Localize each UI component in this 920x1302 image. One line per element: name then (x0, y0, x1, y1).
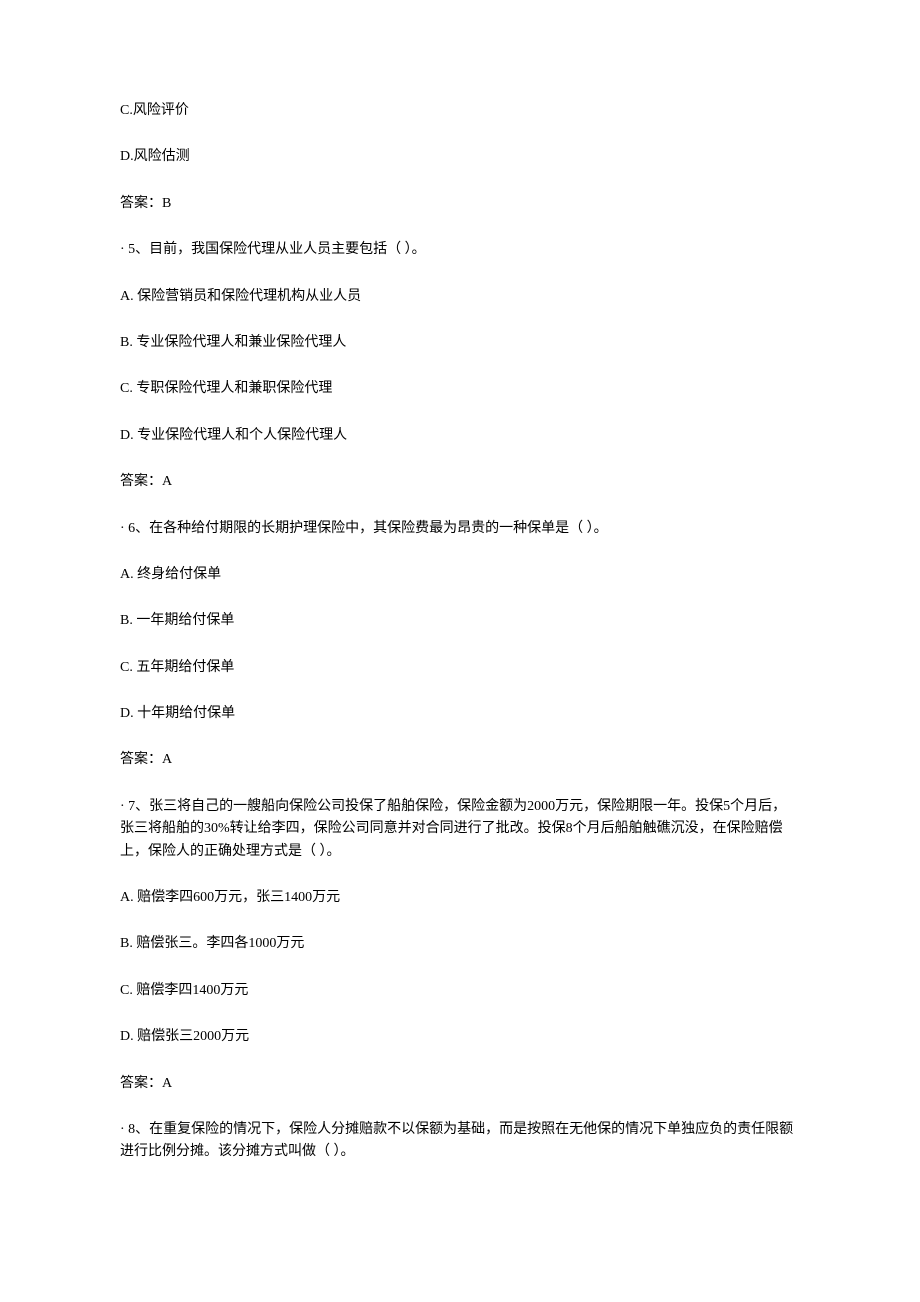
q5-option-d: D. 专业保险代理人和个人保险代理人 (120, 425, 800, 447)
q4-option-d: D.风险估测 (120, 146, 800, 168)
q6-stem: · 6、在各种给付期限的长期护理保险中，其保险费最为昂贵的一种保单是（ ）。 (120, 518, 800, 540)
q7-stem: · 7、张三将自己的一艘船向保险公司投保了船舶保险，保险金额为2000万元，保险… (120, 796, 800, 863)
q5-option-c: C. 专职保险代理人和兼职保险代理 (120, 378, 800, 400)
q5-option-b: B. 专业保险代理人和兼业保险代理人 (120, 332, 800, 354)
q5-option-a: A. 保险营销员和保险代理机构从业人员 (120, 286, 800, 308)
q7-option-b: B. 赔偿张三。李四各1000万元 (120, 933, 800, 955)
q7-option-d: D. 赔偿张三2000万元 (120, 1026, 800, 1048)
q6-option-b: B. 一年期给付保单 (120, 610, 800, 632)
q6-option-c: C. 五年期给付保单 (120, 657, 800, 679)
q6-option-a: A. 终身给付保单 (120, 564, 800, 586)
document-page: C.风险评价 D.风险估测 答案：B · 5、目前，我国保险代理从业人员主要包括… (0, 0, 920, 1302)
q7-answer: 答案：A (120, 1073, 800, 1095)
q6-answer: 答案：A (120, 749, 800, 771)
q4-option-c: C.风险评价 (120, 100, 800, 122)
q4-answer: 答案：B (120, 193, 800, 215)
q8-stem: · 8、在重复保险的情况下，保险人分摊赔款不以保额为基础，而是按照在无他保的情况… (120, 1119, 800, 1164)
q7-option-a: A. 赔偿李四600万元，张三1400万元 (120, 887, 800, 909)
q5-answer: 答案：A (120, 471, 800, 493)
q6-option-d: D. 十年期给付保单 (120, 703, 800, 725)
q5-stem: · 5、目前，我国保险代理从业人员主要包括（ ）。 (120, 239, 800, 261)
q7-option-c: C. 赔偿李四1400万元 (120, 980, 800, 1002)
